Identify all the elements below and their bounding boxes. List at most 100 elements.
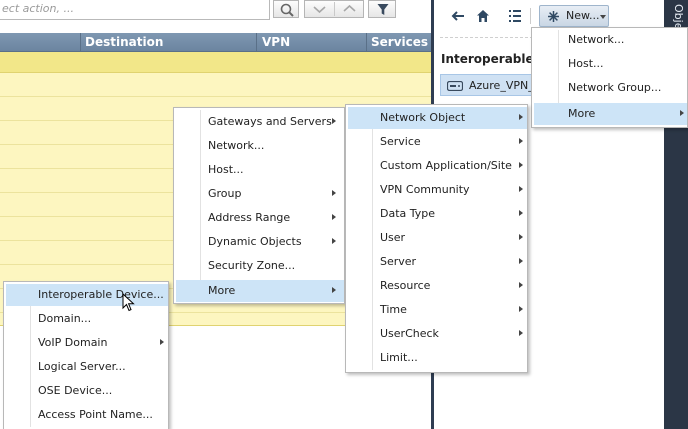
menu-item-limit[interactable]: Limit... <box>348 347 527 369</box>
menu-item-label: Security Zone... <box>208 259 296 272</box>
submenu-arrow-icon <box>519 258 523 264</box>
chevron-down-icon <box>600 15 606 19</box>
submenu-arrow-icon <box>332 190 336 196</box>
submenu-arrow-icon <box>160 339 164 345</box>
menu-item-label: Network... <box>208 139 265 152</box>
submenu-arrow-icon <box>519 234 523 240</box>
menu-item-label: Server <box>380 255 417 268</box>
menu-item-label: VPN Community <box>380 183 470 196</box>
menu-item-label: UserCheck <box>380 327 439 340</box>
menu-item-service[interactable]: Service <box>348 131 527 153</box>
menu-item-label: Time <box>380 303 407 316</box>
menu-item-label: Logical Server... <box>38 360 126 373</box>
object-type-menu: Network Object Service Custom Applicatio… <box>345 104 528 373</box>
menu-item-label: Domain... <box>38 312 92 325</box>
object-list-item[interactable]: Azure_VPN_G <box>440 74 540 96</box>
submenu-arrow-icon <box>519 186 523 192</box>
menu-item-label: More <box>208 284 236 297</box>
submenu-arrow-icon <box>519 162 523 168</box>
new-button-label: New... <box>566 9 600 22</box>
menu-item-network-group[interactable]: Network Group... <box>534 77 687 99</box>
menu-item-label: Dynamic Objects <box>208 235 302 248</box>
menu-item-time[interactable]: Time <box>348 299 527 321</box>
menu-item-label: OSE Device... <box>38 384 113 397</box>
submenu-arrow-icon <box>332 118 336 124</box>
menu-item-label: Gateways and Servers <box>208 115 332 128</box>
menu-item-label: Network Object <box>380 111 466 124</box>
menu-item-logical-server[interactable]: Logical Server... <box>6 356 168 378</box>
more-menu: Gateways and Servers Network... Host... … <box>173 107 345 304</box>
column-destination[interactable]: Destination <box>85 35 163 49</box>
submenu-arrow-icon <box>519 330 523 336</box>
mouse-cursor-icon <box>122 293 135 312</box>
more-submenu: Interoperable Device... Domain... VoIP D… <box>3 281 169 429</box>
menu-item-user[interactable]: User <box>348 227 527 249</box>
back-arrow-icon[interactable] <box>449 7 467 25</box>
menu-item-label: Host... <box>568 57 604 70</box>
menu-item-network[interactable]: Network... <box>534 29 687 51</box>
menu-item-host[interactable]: Host... <box>534 53 687 75</box>
menu-item-data-type[interactable]: Data Type <box>348 203 527 225</box>
submenu-arrow-icon <box>519 138 523 144</box>
submenu-arrow-icon <box>680 110 684 116</box>
menu-item-network-object[interactable]: Network Object <box>348 107 527 129</box>
submenu-arrow-icon <box>519 114 523 120</box>
menu-item-dynamic-objects[interactable]: Dynamic Objects <box>176 231 344 253</box>
result-navigation <box>304 0 364 18</box>
menu-item-resource[interactable]: Resource <box>348 275 527 297</box>
search-placeholder: ect action, ... <box>2 2 74 15</box>
menu-item-server[interactable]: Server <box>348 251 527 273</box>
menu-item-label: User <box>380 231 406 244</box>
section-header-row[interactable] <box>0 52 432 118</box>
submenu-arrow-icon <box>519 306 523 312</box>
menu-item-label: Limit... <box>380 351 418 364</box>
menu-item-domain[interactable]: Domain... <box>6 308 168 330</box>
menu-item-more[interactable]: More <box>176 280 344 302</box>
search-icon <box>280 3 294 17</box>
menu-item-label: Group <box>208 187 242 200</box>
column-vpn[interactable]: VPN <box>262 35 290 49</box>
submenu-arrow-icon <box>332 214 336 220</box>
submenu-arrow-icon <box>519 210 523 216</box>
menu-item-voip-domain[interactable]: VoIP Domain <box>6 332 168 354</box>
menu-item-more[interactable]: More <box>534 103 687 125</box>
home-icon[interactable] <box>474 7 492 25</box>
menu-item-host[interactable]: Host... <box>176 159 344 181</box>
menu-item-label: Address Range <box>208 211 291 224</box>
list-icon[interactable] <box>506 7 524 25</box>
menu-item-vpn-community[interactable]: VPN Community <box>348 179 527 201</box>
search-input[interactable]: ect action, ... <box>0 0 270 20</box>
star-icon <box>548 11 559 22</box>
menu-item-network[interactable]: Network... <box>176 135 344 157</box>
new-object-button[interactable]: New... <box>539 5 609 27</box>
menu-item-usercheck[interactable]: UserCheck <box>348 323 527 345</box>
menu-item-group[interactable]: Group <box>176 183 344 205</box>
search-button[interactable] <box>273 0 299 18</box>
menu-item-address-range[interactable]: Address Range <box>176 207 344 229</box>
filter-icon <box>377 4 389 15</box>
submenu-arrow-icon <box>519 282 523 288</box>
menu-item-label: Network Group... <box>568 81 662 94</box>
device-icon <box>447 81 463 91</box>
menu-item-gateways-and-servers[interactable]: Gateways and Servers <box>176 111 344 133</box>
chevron-up-icon[interactable] <box>335 1 364 17</box>
rulebase-column-header: Destination VPN Services <box>0 33 432 52</box>
menu-item-label: Custom Application/Site <box>380 159 512 172</box>
menu-item-security-zone[interactable]: Security Zone... <box>176 255 344 277</box>
menu-item-interoperable-device[interactable]: Interoperable Device... <box>6 284 168 306</box>
menu-item-label: VoIP Domain <box>38 336 108 349</box>
menu-item-label: More <box>568 107 596 120</box>
menu-item-ose-device[interactable]: OSE Device... <box>6 380 168 402</box>
object-list-item-label: Azure_VPN_G <box>469 79 540 92</box>
menu-item-label: Network... <box>568 33 625 46</box>
filter-button[interactable] <box>368 0 396 18</box>
chevron-down-icon[interactable] <box>305 1 334 17</box>
menu-item-label: Interoperable Device... <box>38 288 164 301</box>
menu-item-label: Access Point Name... <box>38 408 153 421</box>
menu-item-custom-application-site[interactable]: Custom Application/Site <box>348 155 527 177</box>
menu-item-label: Resource <box>380 279 431 292</box>
submenu-arrow-icon <box>332 287 336 293</box>
column-services[interactable]: Services <box>371 35 428 49</box>
menu-item-access-point-name[interactable]: Access Point Name... <box>6 404 168 426</box>
menu-item-label: Data Type <box>380 207 436 220</box>
